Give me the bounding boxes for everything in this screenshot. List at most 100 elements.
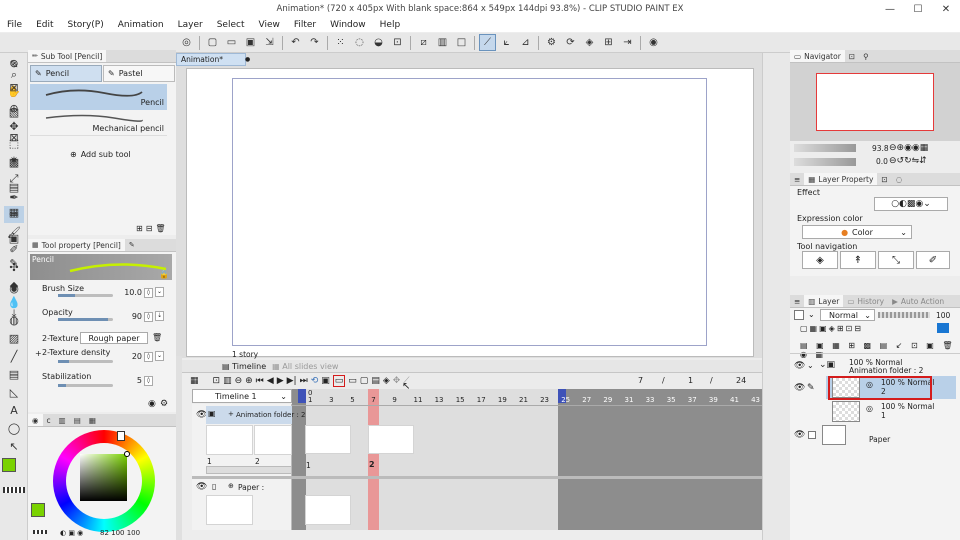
clip-studio-icon[interactable]: ◎ — [178, 34, 195, 51]
close-panel-icon[interactable]: ⊠ — [4, 78, 24, 97]
pencil-edit-icon[interactable]: ✎ — [807, 383, 815, 393]
deselect-icon[interactable]: ⁙ — [332, 34, 349, 51]
cel-scrollbar[interactable] — [206, 466, 292, 474]
navigator-tab[interactable]: ▭ Navigator — [790, 50, 845, 62]
cel-thumbnail[interactable] — [206, 425, 253, 455]
tool-nav-fill-button[interactable]: ◈ — [802, 251, 838, 269]
clip-icon[interactable]: ▥ — [434, 34, 451, 51]
zoom-value[interactable]: 93.8 — [872, 144, 889, 153]
transparent-color-swatch[interactable] — [3, 487, 25, 493]
snap-ruler-icon[interactable]: ⟋ — [479, 34, 496, 51]
paper-cel[interactable] — [305, 495, 351, 525]
blend-mode-select[interactable]: Normal ⌄ — [820, 309, 875, 321]
effect-buttons[interactable]: ○◐▩◉⌄ — [874, 197, 948, 211]
history-tab[interactable]: ▭ History — [843, 295, 888, 307]
export-icon[interactable]: ⇲ — [261, 34, 278, 51]
redo-icon[interactable]: ↷ — [306, 34, 323, 51]
timeline-select[interactable]: Timeline 1 ⌄ — [192, 389, 292, 403]
menu-select[interactable]: Select — [210, 20, 252, 30]
track-animation-folder[interactable]: ▣ + Animation folder : 2 — [206, 406, 306, 424]
timeline-tab[interactable]: ▤ Timeline — [182, 362, 266, 371]
start-frame-value[interactable]: 1 — [688, 376, 693, 385]
snap-grid-icon[interactable]: ⊿ — [517, 34, 534, 51]
onion-skin-icon[interactable]: ▤ — [371, 376, 380, 386]
menu-help[interactable]: Help — [373, 20, 408, 30]
share-icon[interactable]: ⇥ — [619, 34, 636, 51]
zoom-slider[interactable] — [794, 144, 856, 152]
reference-icon[interactable]: □ — [453, 34, 470, 51]
stabilization-value[interactable]: 5 — [120, 376, 142, 385]
tool-nav-move-button[interactable]: ⤡ — [878, 251, 914, 269]
layer-checkbox[interactable] — [794, 310, 804, 320]
expand-icon[interactable]: + — [35, 349, 42, 358]
play-icon[interactable]: ▶ — [277, 376, 284, 386]
stabilization-slider[interactable] — [58, 384, 113, 387]
chevron-down-icon[interactable]: ⌄ — [808, 310, 815, 319]
track-paper[interactable]: ▯ ⊕ Paper : — [206, 480, 292, 494]
zoom-controls[interactable]: ⊖⊕◉◉▦ — [889, 143, 928, 153]
keyframe-icon[interactable]: ✥ — [393, 376, 401, 386]
opacity-pressure-icon[interactable]: ⇣ — [155, 311, 164, 321]
transparent-swatch[interactable] — [33, 530, 47, 534]
tool-nav-select-button[interactable]: ↟ — [840, 251, 876, 269]
material-icon[interactable]: ▩ — [4, 153, 24, 172]
save-icon[interactable]: ▣ — [242, 34, 259, 51]
snap-special-ruler-icon[interactable]: ⟀ — [498, 34, 515, 51]
settings-icon[interactable]: ⚙ — [543, 34, 560, 51]
color-wheel-tab[interactable]: ◉ — [28, 414, 43, 426]
light-table-icon[interactable]: ◈ — [383, 376, 390, 386]
visibility-eye-icon[interactable]: 👁 — [794, 361, 805, 371]
paper-thumbnail[interactable] — [822, 425, 846, 445]
document-tab[interactable]: Animation* ● — [176, 53, 250, 66]
texture-density-slider[interactable] — [58, 360, 113, 363]
text-tool-icon[interactable]: A — [4, 402, 24, 419]
close-button[interactable]: ✕ — [932, 0, 960, 18]
settings-icon[interactable]: ◉ — [148, 399, 156, 409]
undo-icon[interactable]: ↶ — [287, 34, 304, 51]
expand-icon[interactable]: ⊕ — [228, 482, 234, 490]
menu-layer[interactable]: Layer — [171, 20, 210, 30]
clear-icon[interactable]: ◌ — [351, 34, 368, 51]
animation-cels-tab[interactable]: ◌ — [892, 173, 907, 185]
texture-density-value[interactable]: 20 — [120, 352, 142, 361]
new-animation-folder-icon[interactable]: ▣ — [321, 376, 330, 386]
rotate-controls[interactable]: ⊖↺↻⇋⇵ — [889, 156, 927, 166]
trash-icon[interactable]: 🗑 — [155, 224, 165, 233]
new-icon[interactable]: ⊟ — [146, 224, 153, 233]
mix-tab[interactable]: ▦ — [85, 414, 100, 426]
menu-edit[interactable]: Edit — [29, 20, 60, 30]
correct-line-icon[interactable]: ↖ — [4, 438, 24, 455]
last-frame-icon[interactable]: ⏭ — [300, 376, 308, 386]
hue-handle[interactable] — [117, 431, 125, 441]
angle-value[interactable]: 0.0 — [876, 157, 888, 166]
color-slider-tab[interactable]: ▥ — [55, 414, 70, 426]
layer-opacity-slider[interactable] — [878, 312, 930, 318]
layer-tab[interactable]: ▥ Layer — [804, 295, 844, 307]
remove-icon[interactable]: ⊠ — [4, 128, 24, 147]
specify-cel-icon[interactable]: ▢ — [360, 376, 369, 386]
layer-action-icons[interactable]: ▢▦▣◈⊞⊡⊟ — [800, 324, 863, 333]
main-color-swatch[interactable] — [2, 458, 16, 472]
assign-cel-icon[interactable]: ▭ — [348, 376, 357, 386]
transform-icon[interactable]: ⊡ — [389, 34, 406, 51]
brush-size-pressure-icon[interactable]: ⌄ — [155, 287, 164, 297]
lock-icon[interactable]: 🔒 — [159, 270, 169, 279]
rotate-slider[interactable] — [794, 158, 856, 166]
timeline-settings-icon[interactable]: ⊡ — [213, 376, 221, 386]
trash-icon[interactable]: 🗑 — [152, 333, 162, 342]
opacity-spinner[interactable]: ◊ — [144, 312, 153, 322]
layer-opacity-value[interactable]: 100 — [936, 311, 950, 320]
wrench-icon[interactable]: ⚙ — [160, 399, 168, 409]
menu-animation[interactable]: Animation — [111, 20, 171, 30]
copy-icon[interactable]: ⊞ — [136, 224, 143, 233]
tool-property-tab[interactable]: ▦ Tool property [Pencil] — [28, 239, 125, 251]
opacity-slider[interactable] — [58, 318, 113, 321]
layer-checkbox[interactable] — [808, 431, 816, 439]
layers-icon[interactable]: ◈ — [581, 34, 598, 51]
sub-tool-group-pastel[interactable]: ✎ Pastel — [103, 65, 175, 82]
new-file-icon[interactable]: ▢ — [204, 34, 221, 51]
camera-icon[interactable]: ◉ — [4, 279, 24, 298]
saturation-value-box[interactable] — [80, 454, 127, 501]
prev-frame-icon[interactable]: ◀ — [267, 376, 274, 386]
layer-toolbar-icons[interactable]: ▤ ▣ ▦ ⊞ ▩ ▤ ↙ ⊡ ▣ 🗑 ◉ ▦ — [800, 341, 960, 359]
